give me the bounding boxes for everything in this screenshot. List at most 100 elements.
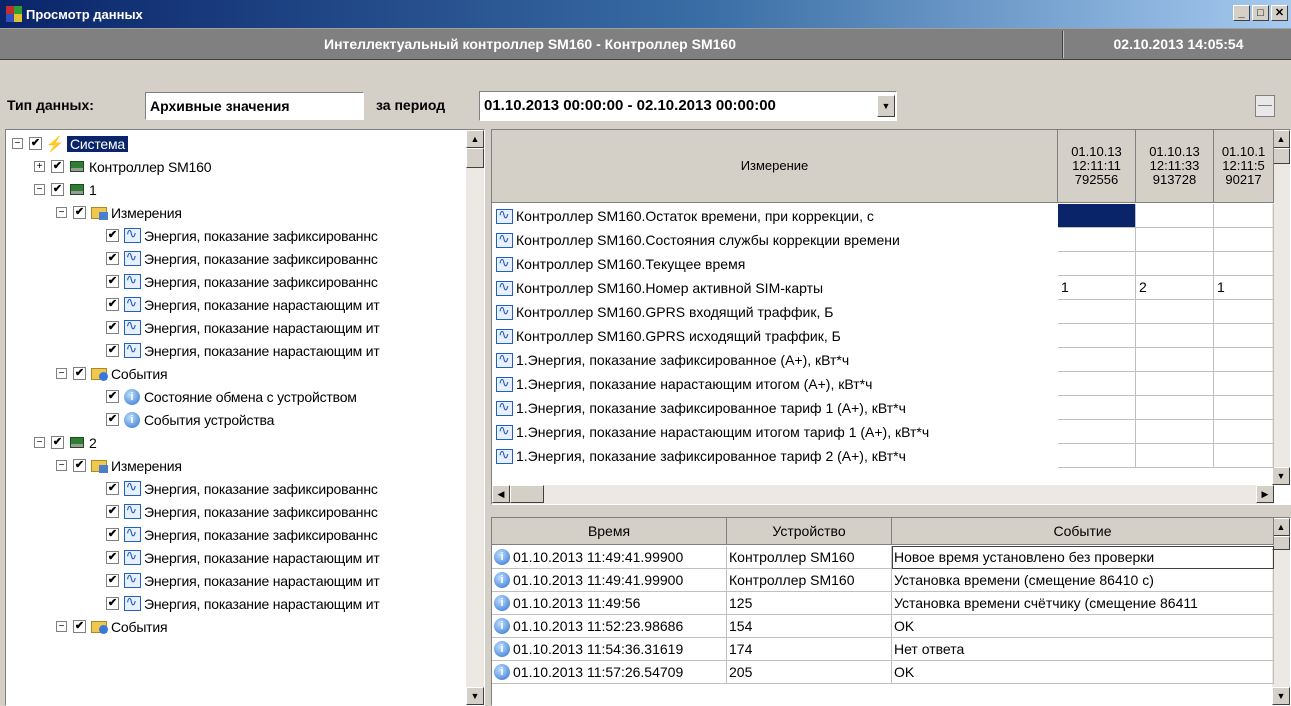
data-type-field[interactable]: Архивные значения bbox=[145, 92, 364, 120]
measurement-row[interactable]: 1.Энергия, показание нарастающим итогом … bbox=[492, 420, 1058, 444]
checkbox[interactable]: ✔ bbox=[106, 413, 119, 426]
tree-node[interactable]: − ✔ 2 bbox=[34, 431, 466, 454]
measurement-row[interactable]: Контроллер SM160.Номер активной SIM-карт… bbox=[492, 276, 1058, 300]
event-event-cell[interactable]: Новое время установлено без проверки bbox=[892, 546, 1274, 569]
measurement-row[interactable]: Контроллер SM160.Состояния службы коррек… bbox=[492, 228, 1058, 252]
measurement-header[interactable]: Измерение bbox=[492, 130, 1058, 203]
checkbox[interactable]: ✔ bbox=[73, 620, 86, 633]
tree-node[interactable]: − ✔ 1 bbox=[34, 178, 466, 201]
scroll-thumb[interactable] bbox=[1272, 148, 1290, 164]
checkbox[interactable]: ✔ bbox=[106, 390, 119, 403]
events-column-header[interactable]: Событие bbox=[892, 518, 1274, 545]
grid-vscrollbar[interactable]: ▲ ▼ bbox=[1272, 130, 1290, 485]
event-time-cell[interactable]: i 01.10.2013 11:49:41.99900 bbox=[492, 569, 727, 592]
measurement-value[interactable] bbox=[1136, 300, 1214, 324]
collapse-icon[interactable]: − bbox=[34, 437, 45, 448]
measurement-value[interactable] bbox=[1136, 396, 1214, 420]
measurement-value[interactable] bbox=[1136, 348, 1214, 372]
hscroll-thumb[interactable] bbox=[510, 485, 544, 503]
checkbox[interactable]: ✔ bbox=[73, 367, 86, 380]
event-event-cell[interactable]: OK bbox=[892, 615, 1274, 638]
scroll-down-icon[interactable]: ▼ bbox=[1272, 467, 1290, 485]
scroll-up-icon[interactable]: ▲ bbox=[1272, 518, 1290, 536]
measurement-value[interactable] bbox=[1136, 372, 1214, 396]
measurement-value[interactable] bbox=[1214, 348, 1274, 372]
scroll-down-icon[interactable]: ▼ bbox=[1272, 687, 1290, 705]
expand-icon[interactable]: + bbox=[34, 161, 45, 172]
event-device-cell[interactable]: Контроллер SM160 bbox=[727, 569, 892, 592]
checkbox[interactable]: ✔ bbox=[106, 344, 119, 357]
checkbox[interactable]: ✔ bbox=[106, 482, 119, 495]
minimize-button[interactable]: _ bbox=[1233, 5, 1250, 21]
checkbox[interactable]: ✔ bbox=[106, 229, 119, 242]
scroll-thumb[interactable] bbox=[466, 148, 484, 168]
tree-node[interactable]: ✔ Энергия, показание зафиксированнс bbox=[106, 224, 466, 247]
collapse-icon[interactable]: − bbox=[12, 138, 23, 149]
checkbox[interactable]: ✔ bbox=[51, 160, 64, 173]
checkbox[interactable]: ✔ bbox=[73, 206, 86, 219]
tree-node[interactable]: + ✔ Контроллер SM160 bbox=[34, 155, 466, 178]
measurement-value[interactable] bbox=[1214, 252, 1274, 276]
tree-node[interactable]: ✔ i Состояние обмена с устройством bbox=[106, 385, 466, 408]
measurement-row[interactable]: 1.Энергия, показание зафиксированное (А+… bbox=[492, 348, 1058, 372]
checkbox[interactable]: ✔ bbox=[106, 597, 119, 610]
tree-node[interactable]: ✔ Энергия, показание зафиксированнс bbox=[106, 523, 466, 546]
event-device-cell[interactable]: 174 bbox=[727, 638, 892, 661]
period-select[interactable]: 01.10.2013 00:00:00 - 02.10.2013 00:00:0… bbox=[479, 91, 897, 121]
tree-node[interactable]: − ✔ ⚡ Система bbox=[12, 132, 466, 155]
checkbox[interactable]: ✔ bbox=[106, 528, 119, 541]
checkbox[interactable]: ✔ bbox=[106, 505, 119, 518]
checkbox[interactable]: ✔ bbox=[73, 459, 86, 472]
measurement-value[interactable] bbox=[1058, 228, 1136, 252]
collapse-icon[interactable]: − bbox=[56, 207, 67, 218]
measurement-value[interactable] bbox=[1058, 396, 1136, 420]
measurement-value[interactable] bbox=[1214, 204, 1274, 228]
grid-hscrollbar[interactable]: ◀ ▶ bbox=[492, 485, 1274, 504]
event-time-cell[interactable]: i 01.10.2013 11:54:36.31619 bbox=[492, 638, 727, 661]
tree-node[interactable]: ✔ Энергия, показание нарастающим ит bbox=[106, 546, 466, 569]
event-time-cell[interactable]: i 01.10.2013 11:57:26.54709 bbox=[492, 661, 727, 684]
scroll-right-icon[interactable]: ▶ bbox=[1256, 485, 1274, 503]
tree-node[interactable]: − ✔ Измерения bbox=[56, 201, 466, 224]
collapse-icon[interactable]: − bbox=[34, 184, 45, 195]
measurement-value[interactable] bbox=[1058, 348, 1136, 372]
event-device-cell[interactable]: 205 bbox=[727, 661, 892, 684]
events-column-header[interactable]: Время bbox=[492, 518, 727, 545]
checkbox[interactable]: ✔ bbox=[106, 298, 119, 311]
tree-node[interactable]: ✔ Энергия, показание зафиксированнс bbox=[106, 500, 466, 523]
tree-node[interactable]: ✔ Энергия, показание нарастающим ит bbox=[106, 339, 466, 362]
tree-node[interactable]: ✔ Энергия, показание нарастающим ит bbox=[106, 293, 466, 316]
tree-node[interactable]: ✔ Энергия, показание нарастающим ит bbox=[106, 569, 466, 592]
checkbox[interactable]: ✔ bbox=[106, 574, 119, 587]
tree-scrollbar[interactable]: ▲ ▼ bbox=[466, 130, 484, 705]
timestamp-column-header[interactable]: 01.10.1 12:11:5 90217 bbox=[1214, 130, 1274, 203]
measurement-value[interactable] bbox=[1136, 228, 1214, 252]
tree-node[interactable]: ✔ Энергия, показание зафиксированнс bbox=[106, 247, 466, 270]
measurement-value[interactable] bbox=[1058, 444, 1136, 468]
measurement-value[interactable] bbox=[1136, 444, 1214, 468]
checkbox[interactable]: ✔ bbox=[29, 137, 42, 150]
measurement-value[interactable]: 1 bbox=[1214, 276, 1274, 300]
chevron-down-icon[interactable]: ▼ bbox=[877, 95, 895, 117]
tree-node[interactable]: ✔ Энергия, показание нарастающим ит bbox=[106, 316, 466, 339]
events-column-header[interactable]: Устройство bbox=[727, 518, 892, 545]
measurement-value[interactable] bbox=[1214, 300, 1274, 324]
event-device-cell[interactable]: Контроллер SM160 bbox=[727, 546, 892, 569]
events-grid[interactable]: ▲ ▼ Время Устройство Событие i 01.10.2013 11… bbox=[491, 517, 1291, 706]
checkbox[interactable]: ✔ bbox=[51, 183, 64, 196]
measurement-value[interactable] bbox=[1058, 324, 1136, 348]
timestamp-column-header[interactable]: 01.10.13 12:11:33 913728 bbox=[1136, 130, 1214, 203]
tree-node[interactable]: − ✔ События bbox=[56, 615, 466, 638]
measurement-value[interactable] bbox=[1058, 204, 1136, 228]
collapse-icon[interactable]: − bbox=[56, 368, 67, 379]
measurement-row[interactable]: 1.Энергия, показание нарастающим итогом … bbox=[492, 372, 1058, 396]
collapse-icon[interactable]: − bbox=[56, 621, 67, 632]
event-event-cell[interactable]: OK bbox=[892, 661, 1274, 684]
scroll-left-icon[interactable]: ◀ bbox=[492, 485, 510, 503]
scroll-thumb[interactable] bbox=[1272, 536, 1290, 550]
event-time-cell[interactable]: i 01.10.2013 11:52:23.98686 bbox=[492, 615, 727, 638]
event-time-cell[interactable]: i 01.10.2013 11:49:56 bbox=[492, 592, 727, 615]
event-event-cell[interactable]: Установка времени счётчику (смещение 864… bbox=[892, 592, 1274, 615]
scroll-down-icon[interactable]: ▼ bbox=[466, 687, 484, 705]
measurement-row[interactable]: Контроллер SM160.GPRS исходящий траффик,… bbox=[492, 324, 1058, 348]
